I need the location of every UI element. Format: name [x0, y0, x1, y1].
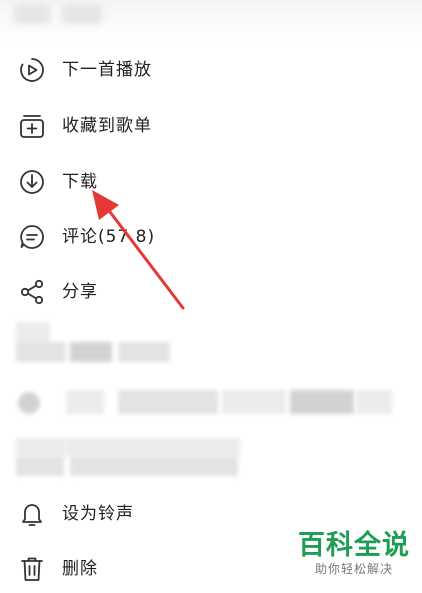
- bell-icon: [18, 500, 46, 528]
- add-to-playlist-icon: [18, 112, 46, 140]
- menu-label: 设为铃声: [62, 504, 134, 524]
- watermark-title: 百科全说: [298, 530, 410, 561]
- watermark-logo: 百科全说 助你轻松解决: [298, 531, 410, 577]
- menu-label: 收藏到歌单: [62, 116, 152, 136]
- share-icon: [18, 278, 46, 306]
- blurred-menu-item[interactable]: [0, 322, 422, 372]
- menu-label: 下一首播放: [62, 60, 152, 80]
- play-next-icon: [18, 56, 46, 84]
- watermark-subtitle: 助你轻松解决: [314, 562, 393, 576]
- menu-label: 评论(57 8): [62, 227, 156, 247]
- menu-item-play-next[interactable]: 下一首播放: [0, 46, 422, 94]
- menu-item-download[interactable]: 下载: [0, 158, 422, 206]
- menu-label: 下载: [62, 172, 98, 192]
- menu-label: 删除: [62, 559, 98, 579]
- menu-label: 分享: [62, 282, 98, 302]
- download-icon: [18, 168, 46, 196]
- comment-icon: [18, 223, 46, 251]
- blurred-menu-item[interactable]: [0, 432, 422, 480]
- trash-icon: [18, 555, 46, 583]
- menu-item-share[interactable]: 分享: [0, 268, 422, 316]
- blurred-menu-item[interactable]: [0, 380, 422, 424]
- blurred-header: [0, 0, 422, 42]
- menu-item-comment[interactable]: 评论(57 8): [0, 213, 422, 261]
- menu-item-add-to-playlist[interactable]: 收藏到歌单: [0, 102, 422, 150]
